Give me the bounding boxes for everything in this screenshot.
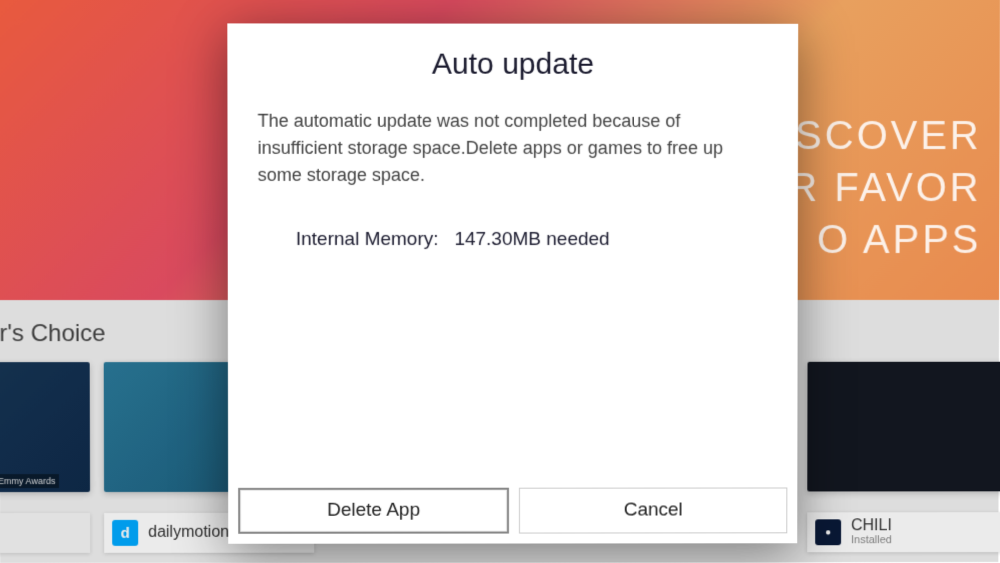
dialog-button-row: Delete App Cancel bbox=[228, 478, 797, 544]
app-tile[interactable] bbox=[0, 513, 90, 553]
dialog-memory-info: Internal Memory: 147.30MB needed bbox=[228, 189, 798, 251]
memory-label: Internal Memory: bbox=[296, 229, 439, 250]
chili-icon: ● bbox=[815, 519, 841, 545]
hero-promo-text: SCOVER R FAVOR O APPS bbox=[788, 110, 982, 266]
content-tile[interactable]: st Moments From the 2018 Emmy Awards bbox=[0, 362, 90, 492]
dialog-title: Auto update bbox=[227, 48, 798, 108]
hero-line: O APPS bbox=[788, 214, 981, 266]
content-tile[interactable] bbox=[807, 362, 1000, 492]
app-name: dailymotion bbox=[148, 524, 229, 542]
app-name: CHILI bbox=[851, 518, 892, 534]
app-tile-chili[interactable]: ● CHILI Installed bbox=[807, 512, 1000, 552]
dialog-message: The automatic update was not completed b… bbox=[227, 108, 798, 189]
app-status: Installed bbox=[851, 535, 892, 546]
memory-needed: 147.30MB needed bbox=[454, 229, 609, 250]
auto-update-dialog: Auto update The automatic update was not… bbox=[227, 23, 798, 543]
dailymotion-icon: d bbox=[112, 520, 138, 546]
hero-line: SCOVER bbox=[788, 110, 981, 162]
hero-line: R FAVOR bbox=[788, 162, 981, 214]
delete-app-button[interactable]: Delete App bbox=[238, 488, 509, 534]
tv-screen: SCOVER R FAVOR O APPS r's Choice st Mome… bbox=[0, 0, 1000, 563]
tile-caption: st Moments From the 2018 Emmy Awards bbox=[0, 474, 59, 488]
cancel-button[interactable]: Cancel bbox=[519, 487, 787, 533]
